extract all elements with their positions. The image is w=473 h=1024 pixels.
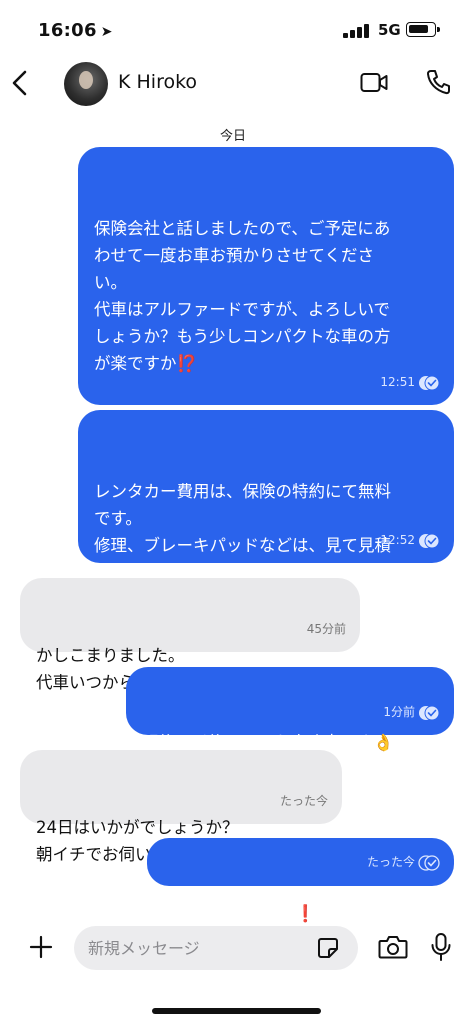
add-attachment-button[interactable] bbox=[28, 934, 54, 960]
message-bubble-sent[interactable]: 明後日以後いつでも大丈夫です👌 1分前 bbox=[126, 667, 454, 752]
message-meta: 1分前 bbox=[383, 699, 440, 726]
message-composer bbox=[0, 922, 473, 976]
avatar[interactable] bbox=[64, 62, 108, 106]
back-button[interactable] bbox=[8, 66, 32, 100]
message-meta: たった今 bbox=[367, 849, 440, 876]
message-bubble-sent[interactable]: 保険会社と話しましたので、ご予定にあ わせて一度お車お預かりさせてくださ い。 … bbox=[78, 147, 454, 454]
message-time: 45分前 bbox=[306, 622, 346, 636]
read-receipt-icon bbox=[419, 705, 440, 720]
status-bar: 16:06 ➤ 5G bbox=[0, 0, 473, 58]
voice-call-button[interactable] bbox=[425, 68, 451, 96]
video-camera-icon bbox=[360, 73, 388, 92]
location-arrow-icon: ➤ bbox=[100, 24, 113, 40]
status-time: 16:06 ➤ bbox=[38, 20, 113, 41]
message-meta: たった今 bbox=[280, 788, 328, 815]
sticker-button[interactable] bbox=[316, 936, 340, 960]
message-meta: 45分前 bbox=[307, 616, 346, 643]
microphone-button[interactable] bbox=[430, 932, 452, 962]
chat-header: K Hiroko bbox=[0, 58, 473, 114]
signal-strength-icon bbox=[343, 24, 371, 38]
message-time: たった今 bbox=[279, 794, 328, 808]
message-bubble-sent[interactable]: レンタカー費用は、保険の特約にて無料 です。 修理、ブレーキパッドなどは、見て見… bbox=[78, 410, 454, 609]
camera-button[interactable] bbox=[378, 934, 408, 960]
status-time-label: 16:06 bbox=[38, 20, 97, 41]
message-meta: 12:52 bbox=[380, 527, 440, 554]
message-time: 1分前 bbox=[383, 705, 415, 719]
camera-icon bbox=[378, 936, 408, 959]
chevron-left-icon bbox=[12, 70, 27, 96]
message-bubble-received[interactable]: かしこまりました。 代車いつからいけますか？？ 45分前 bbox=[20, 578, 360, 692]
delivered-receipt-icon bbox=[418, 854, 440, 871]
plus-icon bbox=[29, 935, 53, 959]
message-time: たった今 bbox=[366, 855, 415, 869]
message-input[interactable] bbox=[88, 936, 298, 960]
contact-name[interactable]: K Hiroko bbox=[118, 71, 197, 93]
phone-icon bbox=[426, 70, 450, 95]
network-type: 5G bbox=[378, 21, 401, 39]
message-time: 12:52 bbox=[380, 533, 415, 547]
microphone-icon bbox=[431, 933, 451, 961]
message-time: 12:51 bbox=[380, 375, 415, 389]
read-receipt-icon bbox=[419, 375, 440, 390]
battery-icon bbox=[406, 22, 440, 37]
video-call-button[interactable] bbox=[360, 70, 388, 96]
read-receipt-icon bbox=[419, 533, 440, 548]
message-meta: 12:51 bbox=[380, 369, 440, 396]
message-bubble-sent[interactable]: かしこまりました❗️ たった今 bbox=[147, 838, 454, 923]
message-input-container[interactable] bbox=[74, 926, 358, 970]
home-indicator[interactable] bbox=[152, 1008, 321, 1014]
message-bubble-received[interactable]: 24日はいかがでしょうか？ 朝イチでお伺い致します。 たった今 bbox=[20, 750, 342, 864]
sticker-icon bbox=[318, 938, 338, 958]
